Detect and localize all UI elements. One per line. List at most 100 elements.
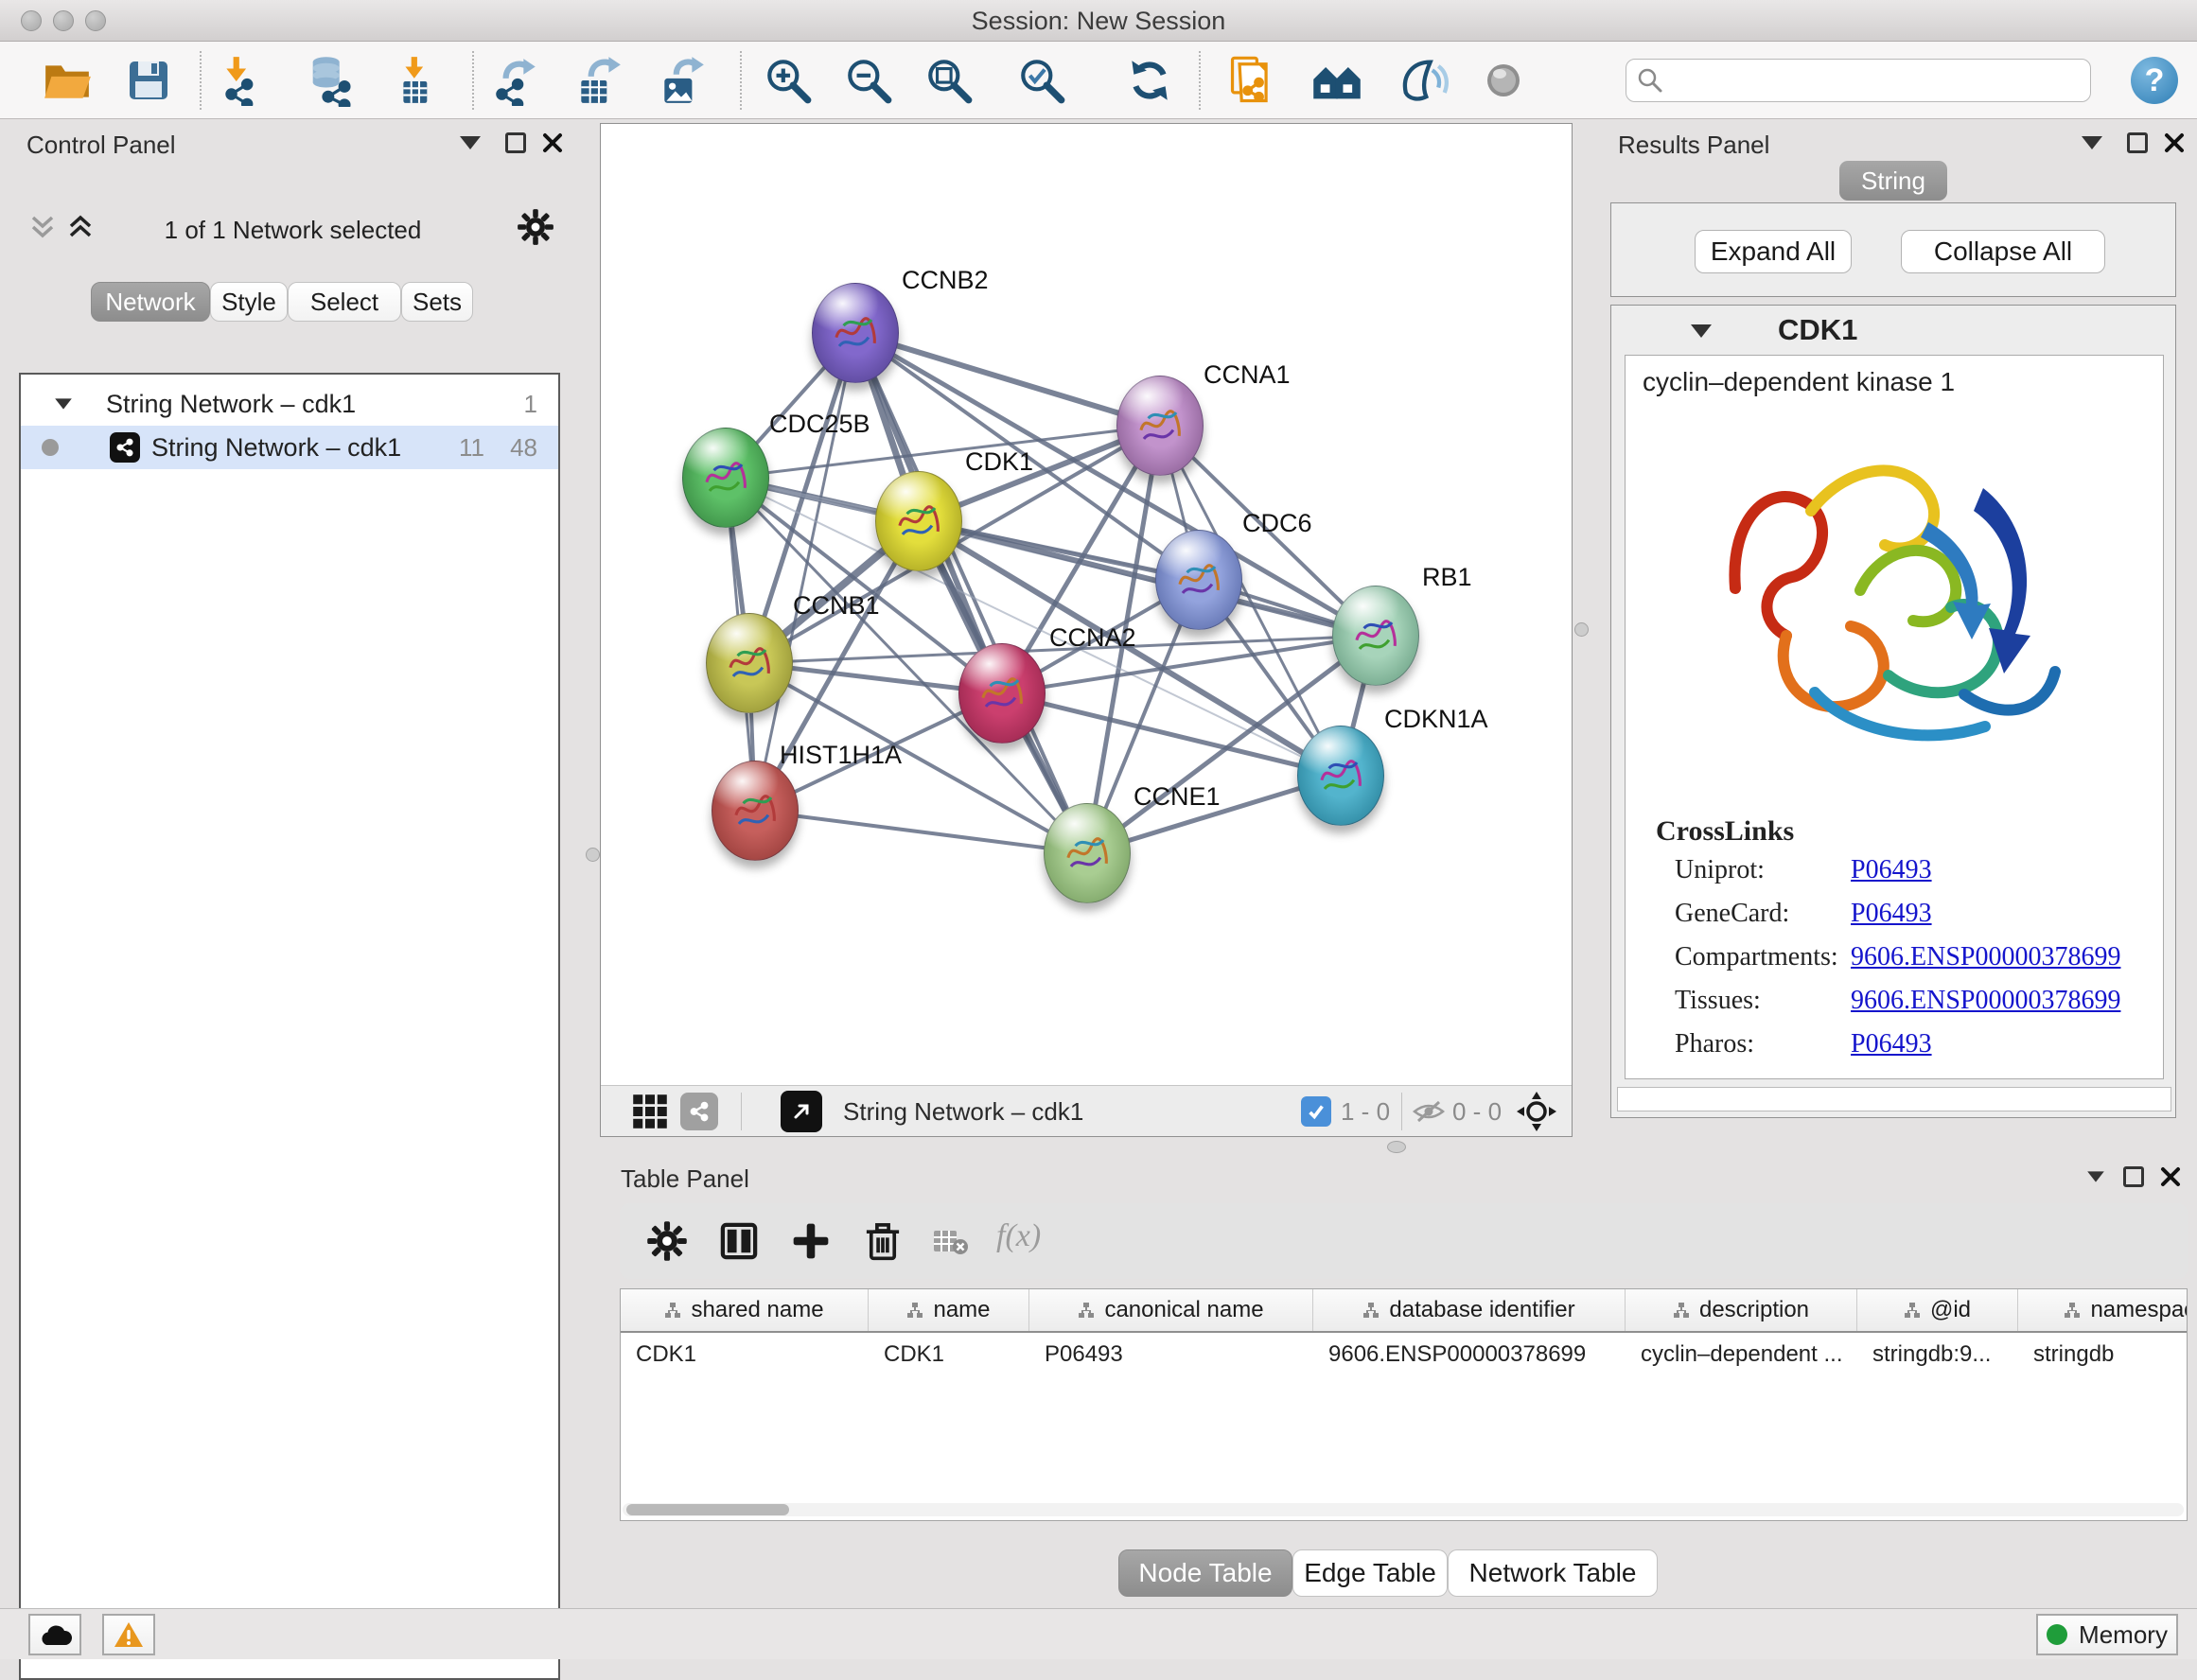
export-table-button[interactable] [571,53,626,108]
column-header-description[interactable]: description [1626,1289,1857,1331]
left-splitter-handle[interactable] [586,848,600,862]
crosslink-compartments-link[interactable]: 9606.ENSP00000378699 [1851,942,2120,972]
network-node-ccna2[interactable] [958,643,1046,744]
collapse-panel-icon[interactable] [460,136,481,149]
network-node-ccne1[interactable] [1044,803,1131,903]
node-label-cdkn1a: CDKN1A [1384,705,1488,734]
zoom-out-button[interactable] [841,53,896,108]
function-builder-button[interactable]: f(x) [996,1218,1041,1254]
import-network-file-button[interactable] [216,53,271,108]
network-options-gear-icon[interactable] [517,208,554,251]
tab-string[interactable]: String [1839,161,1947,201]
table-settings-gear-icon[interactable] [646,1220,688,1267]
column-header-namespace[interactable]: namespace [2018,1289,2188,1331]
column-header-canonical-name[interactable]: canonical name [1029,1289,1313,1331]
crosslink-tissues-link[interactable]: 9606.ENSP00000378699 [1851,986,2120,1016]
tab-edge-table[interactable]: Edge Table [1292,1549,1448,1597]
cell-database-identifier[interactable]: 9606.ENSP00000378699 [1313,1333,1626,1376]
zoom-in-button[interactable] [761,53,816,108]
string-home-button[interactable] [1309,53,1364,108]
delete-column-trash-icon[interactable] [862,1220,904,1267]
float-panel-icon[interactable] [2123,1166,2144,1187]
cell-shared-name[interactable]: CDK1 [621,1333,869,1376]
string-protein-query-button[interactable] [1224,53,1279,108]
cell-canonical-name[interactable]: P06493 [1029,1333,1313,1376]
cloud-status-button[interactable] [28,1614,81,1655]
zoom-selected-button[interactable] [1014,53,1069,108]
network-node-cdkn1a[interactable] [1297,726,1384,826]
crosslink-genecard-link[interactable]: P06493 [1851,899,1932,929]
network-node-cdc6[interactable] [1155,530,1242,630]
tab-network-table[interactable]: Network Table [1448,1549,1658,1597]
collapse-panel-icon[interactable] [2087,1171,2104,1181]
import-table-button[interactable] [392,53,447,108]
tab-select[interactable]: Select [288,282,401,322]
column-header-database-identifier[interactable]: database identifier [1313,1289,1626,1331]
zoom-in-icon [763,55,814,106]
import-network-database-button[interactable] [303,53,358,108]
close-panel-icon[interactable] [541,131,564,154]
add-column-icon[interactable] [790,1220,832,1267]
scrollbar-thumb[interactable] [626,1504,789,1515]
network-node-rb1[interactable] [1332,586,1419,686]
fit-content-crosshair-icon[interactable] [1515,1090,1558,1138]
network-node-hist1h1a[interactable] [712,761,799,861]
delete-table-icon[interactable] [932,1228,970,1263]
network-node-ccnb2[interactable] [812,283,899,383]
refresh-button[interactable] [1122,53,1177,108]
expand-all-button[interactable]: Expand All [1695,230,1852,273]
search-input[interactable] [1664,67,2090,94]
crosslink-pharos-link[interactable]: P06493 [1851,1029,1932,1059]
memory-button[interactable]: Memory [2036,1614,2178,1655]
results-scrollbar-track[interactable] [1617,1087,2171,1111]
close-panel-icon[interactable] [2163,131,2186,154]
table-row[interactable]: CDK1 CDK1 P06493 9606.ENSP00000378699 cy… [621,1333,2187,1376]
warnings-button[interactable] [102,1614,155,1655]
network-row-selected[interactable]: String Network – cdk1 11 48 [21,426,558,469]
search-icon [1636,66,1664,95]
network-collection-row[interactable]: String Network – cdk1 1 [21,382,558,426]
show-glass-effect-button[interactable] [1476,53,1531,108]
tree-expander-icon[interactable] [55,398,72,409]
network-view-panel: CCNB2CCNA1CDC25BCDK1CDC6RB1CCNB1CCNA2CDK… [600,123,1573,1137]
help-button[interactable]: ? [2131,57,2178,104]
network-node-ccnb1[interactable] [706,613,793,713]
network-share-button[interactable] [680,1093,718,1130]
table-horizontal-scrollbar[interactable] [623,1503,2184,1516]
tab-node-table[interactable]: Node Table [1118,1549,1292,1597]
float-panel-icon[interactable] [2127,132,2148,153]
open-session-button[interactable] [40,53,95,108]
selected-checkbox-icon[interactable] [1301,1096,1331,1127]
right-splitter-handle[interactable] [1574,622,1589,637]
open-in-window-button[interactable] [781,1091,822,1132]
column-header-id[interactable]: @id [1857,1289,2018,1331]
cell-name[interactable]: CDK1 [869,1333,1029,1376]
warning-icon [114,1621,144,1648]
cell-id[interactable]: stringdb:9... [1857,1333,2018,1376]
tab-style[interactable]: Style [210,282,288,322]
gene-section-expander-icon[interactable] [1691,324,1712,338]
network-canvas[interactable]: CCNB2CCNA1CDC25BCDK1CDC6RB1CCNB1CCNA2CDK… [601,124,1572,1085]
network-node-cdk1[interactable] [875,471,962,571]
network-node-ccna1[interactable] [1116,376,1204,476]
zoom-fit-button[interactable] [922,53,976,108]
save-session-button[interactable] [121,53,176,108]
collapse-all-button[interactable]: Collapse All [1901,230,2105,273]
tab-sets[interactable]: Sets [401,282,473,322]
cell-description[interactable]: cyclin–dependent ... [1626,1333,1857,1376]
tab-network[interactable]: Network [91,282,210,322]
column-header-shared-name[interactable]: shared name [621,1289,869,1331]
cell-namespace[interactable]: stringdb [2018,1333,2188,1376]
export-network-button[interactable] [488,53,543,108]
birdseye-grid-button[interactable] [631,1093,669,1135]
network-node-cdc25b[interactable] [682,428,769,528]
close-panel-icon[interactable] [2159,1165,2182,1188]
crosslink-uniprot-link[interactable]: P06493 [1851,855,1932,885]
float-panel-icon[interactable] [505,132,526,153]
hide-glass-effect-button[interactable] [1395,53,1450,108]
column-header-name[interactable]: name [869,1289,1029,1331]
collapse-panel-icon[interactable] [2082,136,2102,149]
hidden-eye-slash-icon[interactable] [1411,1097,1447,1130]
show-columns-icon[interactable] [718,1220,760,1267]
export-image-button[interactable] [655,53,710,108]
